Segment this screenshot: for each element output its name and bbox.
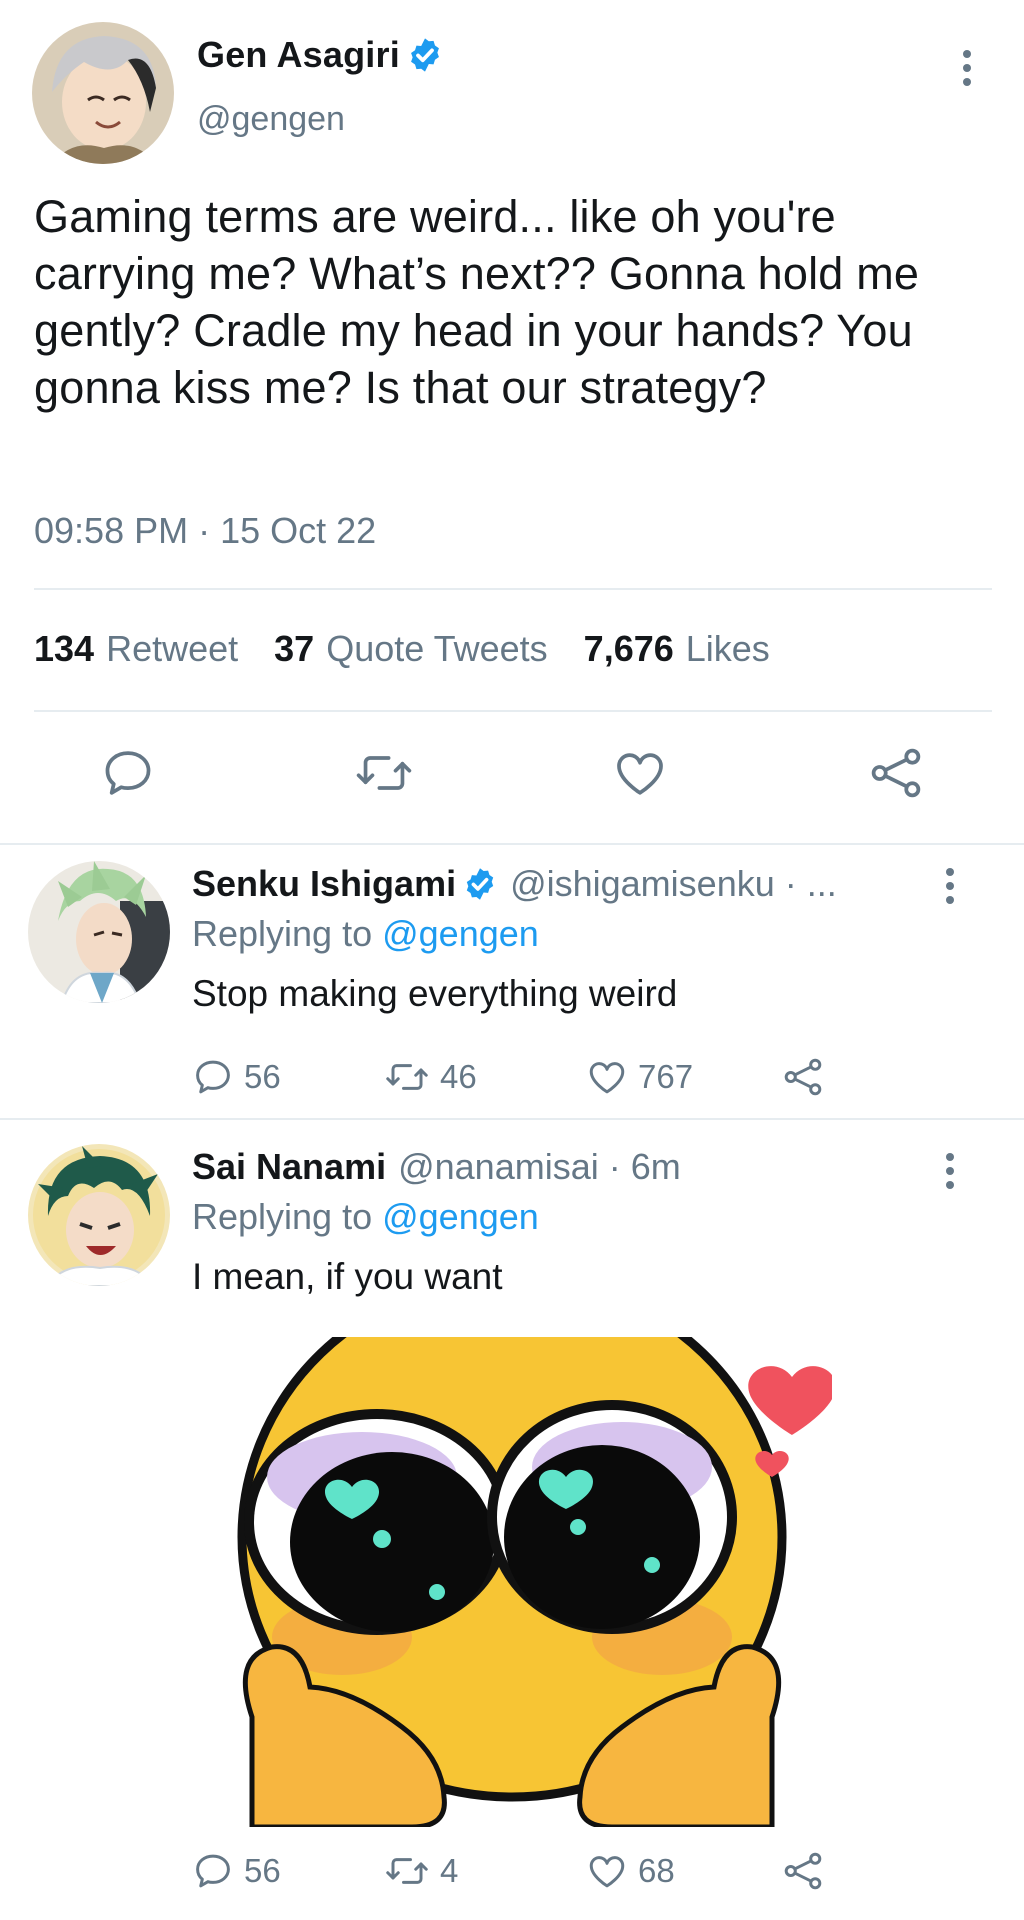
reply-text: I mean, if you want — [192, 1256, 503, 1297]
avatar[interactable] — [28, 861, 170, 1003]
retweet-icon — [384, 1850, 430, 1892]
reply-tweet[interactable]: Senku Ishigami @ishigamisenku · ... Repl… — [0, 845, 1024, 1120]
divider — [34, 710, 992, 712]
like-icon — [586, 1056, 628, 1098]
retweet-icon — [384, 1056, 430, 1098]
author-handle[interactable]: @ishigamisenku · ... — [510, 863, 837, 905]
reply-header: Senku Ishigami @ishigamisenku · ... — [192, 863, 837, 905]
reply-action-bar: 56 4 68 — [192, 1850, 852, 1900]
share-button[interactable] — [782, 1850, 824, 1892]
reply-header: Sai Nanami @nanamisai · 6m — [192, 1146, 681, 1188]
more-options-icon[interactable] — [942, 1153, 958, 1189]
retweet-label: Retweet — [106, 628, 239, 669]
retweet-stat[interactable]: 134 Retweet — [34, 628, 238, 670]
more-options-icon[interactable] — [942, 868, 958, 904]
reply-count: 56 — [244, 1852, 281, 1889]
author-name-row: Gen Asagiri — [197, 34, 444, 76]
replying-to-handle-link[interactable]: @gengen — [382, 913, 539, 954]
like-button[interactable]: 68 — [586, 1850, 675, 1892]
reply-action-bar: 56 46 767 — [192, 1056, 852, 1106]
share-icon — [782, 1850, 824, 1892]
engagement-stats: 134 Retweet 37 Quote Tweets 7,676 Likes — [34, 628, 806, 670]
retweet-button[interactable]: 46 — [384, 1056, 477, 1098]
like-button[interactable]: 767 — [586, 1056, 693, 1098]
share-icon[interactable] — [868, 745, 924, 801]
replying-to-label: Replying to — [192, 1196, 373, 1237]
like-icon — [586, 1850, 628, 1892]
avatar[interactable] — [32, 22, 174, 164]
share-icon — [782, 1056, 824, 1098]
tweet-media-image[interactable] — [192, 1337, 832, 1827]
likes-label: Likes — [685, 628, 770, 669]
replying-to-label: Replying to — [192, 913, 373, 954]
tweet-timestamp[interactable]: 09:58 PM · 15 Oct 22 — [34, 510, 376, 552]
replying-to: Replying to @gengen — [192, 913, 539, 955]
reply-icon — [192, 1056, 234, 1098]
replying-to: Replying to @gengen — [192, 1196, 539, 1238]
retweet-button[interactable]: 4 — [384, 1850, 458, 1892]
author-name[interactable]: Gen Asagiri — [197, 34, 400, 76]
like-icon[interactable] — [612, 745, 668, 801]
verified-badge-icon — [462, 866, 498, 902]
verified-badge-icon — [406, 36, 444, 74]
likes-count: 7,676 — [583, 628, 674, 669]
quote-tweets-label: Quote Tweets — [326, 628, 548, 669]
reply-button[interactable]: 56 — [192, 1056, 281, 1098]
likes-stat[interactable]: 7,676 Likes — [584, 628, 770, 670]
reply-icon — [192, 1850, 234, 1892]
quote-tweets-count: 37 — [274, 628, 315, 669]
retweet-count: 46 — [440, 1058, 477, 1095]
author-name[interactable]: Sai Nanami — [192, 1146, 386, 1188]
like-count: 68 — [638, 1852, 675, 1889]
tweet-text: Gaming terms are weird... like oh you're… — [34, 191, 920, 413]
more-options-icon[interactable] — [959, 50, 975, 86]
author-name[interactable]: Senku Ishigami — [192, 863, 456, 905]
reply-icon[interactable] — [100, 745, 156, 801]
divider — [34, 588, 992, 590]
author-handle[interactable]: @nanamisai · 6m — [398, 1146, 681, 1188]
retweet-count: 134 — [34, 628, 95, 669]
avatar[interactable] — [28, 1144, 170, 1286]
like-count: 767 — [638, 1058, 694, 1095]
retweet-count: 4 — [440, 1852, 459, 1889]
author-handle[interactable]: @gengen — [197, 100, 345, 139]
main-tweet: Gen Asagiri @gengen Gaming terms are wei… — [0, 0, 1024, 845]
replying-to-handle-link[interactable]: @gengen — [382, 1196, 539, 1237]
quote-tweets-stat[interactable]: 37 Quote Tweets — [274, 628, 548, 670]
retweet-icon[interactable] — [354, 745, 414, 801]
share-button[interactable] — [782, 1056, 824, 1098]
reply-text: Stop making everything weird — [192, 973, 678, 1014]
tweet-action-bar — [0, 745, 1024, 805]
reply-count: 56 — [244, 1058, 281, 1095]
reply-button[interactable]: 56 — [192, 1850, 281, 1892]
